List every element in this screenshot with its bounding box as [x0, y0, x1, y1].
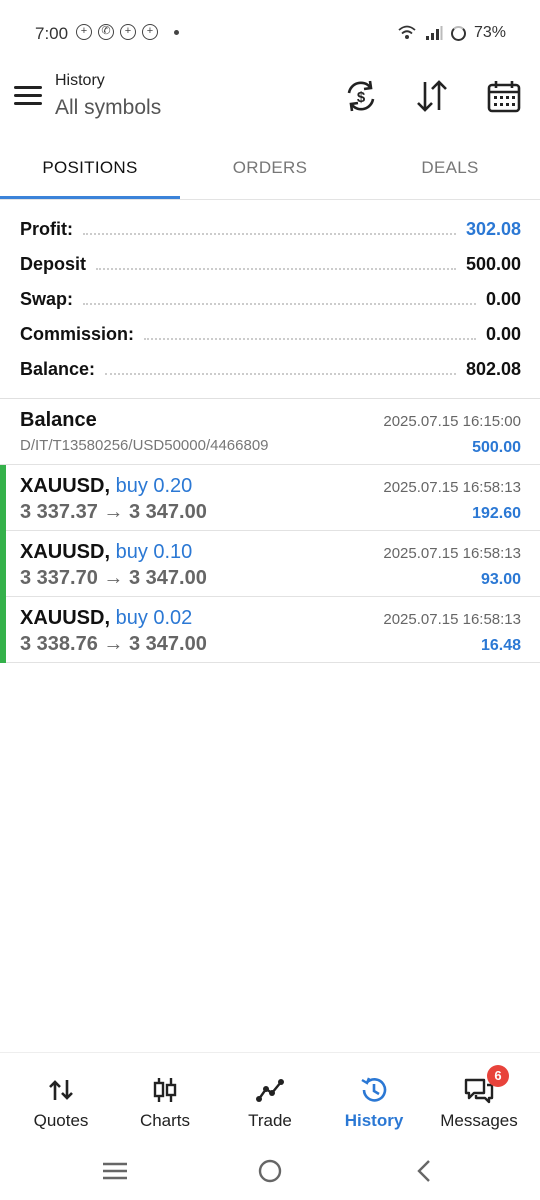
position-prices: 3 337.37 → 3 347.00	[20, 501, 207, 523]
nav-label: Trade	[248, 1111, 292, 1130]
calendar-icon[interactable]	[486, 78, 522, 114]
position-row[interactable]: XAUUSD, buy 0.02 3 338.76 → 3 347.00 202…	[0, 597, 540, 663]
battery-icon	[450, 25, 466, 41]
balance-entry[interactable]: Balance D/IT/T13580256/USD50000/4466809 …	[0, 399, 540, 465]
balance-time: 2025.07.15 16:15:00	[383, 413, 521, 430]
summary-label: Profit:	[20, 219, 73, 239]
summary-label: Swap:	[20, 289, 74, 309]
nav-messages[interactable]: 6 Messages	[425, 1053, 533, 1143]
currency-exchange-icon[interactable]: $	[343, 78, 379, 114]
position-profit: 16.48	[480, 637, 521, 654]
battery-percent: 73%	[473, 24, 506, 41]
position-title: XAUUSD, buy 0.10	[20, 541, 192, 564]
buy-indicator	[0, 531, 6, 597]
position-row[interactable]: XAUUSD, buy 0.20 3 337.37 → 3 347.00 202…	[0, 465, 540, 531]
summary-value: 0.00	[485, 324, 521, 344]
summary-value: 500.00	[465, 254, 521, 274]
summary-value: 302.08	[465, 219, 521, 239]
position-symbol: XAUUSD,	[20, 607, 111, 629]
nav-charts[interactable]: Charts	[111, 1053, 219, 1143]
dotted-leader	[144, 337, 476, 340]
position-profit: 93.00	[480, 571, 521, 588]
position-time: 2025.07.15 16:58:13	[383, 545, 521, 562]
nav-label: Quotes	[33, 1111, 89, 1130]
tab-positions[interactable]: POSITIONS	[0, 140, 180, 200]
balance-amount: 500.00	[472, 439, 521, 456]
tab-deals[interactable]: DEALS	[360, 140, 540, 200]
position-time: 2025.07.15 16:58:13	[383, 611, 521, 628]
summary-value: 0.00	[485, 289, 521, 309]
symbol-filter[interactable]: All symbols	[55, 96, 161, 120]
summary-value: 802.08	[465, 359, 521, 379]
plus-circle-icon: +	[76, 24, 92, 40]
summary-label: Deposit	[20, 254, 87, 274]
nav-trade[interactable]: Trade	[216, 1053, 324, 1143]
position-symbol: XAUUSD,	[20, 541, 111, 563]
bottom-navigation: Quotes Charts Trade History 6 Messages	[0, 1052, 540, 1142]
home-icon[interactable]	[255, 1156, 285, 1186]
history-clock-icon	[361, 1077, 387, 1102]
buy-indicator	[0, 597, 6, 663]
status-bar: 7:00 + ✆ + + 73%	[0, 0, 540, 68]
dotted-leader	[96, 267, 456, 270]
unread-badge: 6	[487, 1065, 509, 1087]
position-side: buy 0.10	[115, 541, 193, 563]
position-time: 2025.07.15 16:58:13	[383, 479, 521, 496]
plus-circle-icon: +	[120, 24, 136, 40]
position-prices: 3 337.70 → 3 347.00	[20, 567, 207, 589]
trade-line-icon	[256, 1079, 284, 1102]
position-title: XAUUSD, buy 0.02	[20, 607, 192, 630]
signal-icon	[425, 26, 443, 40]
summary-label: Commission:	[20, 324, 135, 344]
summary-deposit: Deposit 500.00	[0, 247, 540, 282]
dotted-leader	[83, 302, 476, 305]
nav-quotes[interactable]: Quotes	[7, 1053, 115, 1143]
menu-icon[interactable]	[14, 86, 42, 108]
summary-label: Balance:	[20, 359, 96, 379]
dotted-leader	[83, 232, 456, 235]
status-time: 7:00	[35, 24, 69, 43]
tab-orders[interactable]: ORDERS	[180, 140, 360, 200]
position-row[interactable]: XAUUSD, buy 0.10 3 337.70 → 3 347.00 202…	[0, 531, 540, 597]
account-summary: Profit: 302.08 Deposit 500.00 Swap: 0.00…	[0, 212, 540, 387]
summary-balance: Balance: 802.08	[0, 352, 540, 387]
sort-icon[interactable]	[414, 78, 450, 114]
dotted-leader	[105, 372, 456, 375]
plus-circle-icon: +	[142, 24, 158, 40]
candlestick-chart-icon	[153, 1078, 177, 1102]
notification-icons: + ✆ + +	[76, 24, 179, 40]
recent-apps-icon[interactable]	[100, 1156, 130, 1186]
summary-swap: Swap: 0.00	[0, 282, 540, 317]
nav-label: History	[344, 1111, 404, 1130]
quotes-arrows-icon	[49, 1080, 73, 1100]
system-navigation-bar	[0, 1142, 540, 1200]
nav-label: Messages	[440, 1111, 518, 1130]
position-side: buy 0.02	[115, 607, 193, 629]
back-icon[interactable]	[410, 1156, 440, 1186]
buy-indicator	[0, 465, 6, 531]
nav-history[interactable]: History	[320, 1053, 428, 1143]
wifi-call-icon	[398, 25, 416, 39]
page-title: History	[55, 72, 105, 89]
app-bar: History All symbols $	[0, 68, 540, 140]
tab-indicator	[0, 196, 180, 199]
position-symbol: XAUUSD,	[20, 475, 111, 497]
history-tabs: POSITIONS ORDERS DEALS	[0, 140, 540, 200]
position-title: XAUUSD, buy 0.20	[20, 475, 192, 498]
status-right: 73%	[397, 24, 506, 42]
balance-title: Balance	[20, 409, 97, 431]
svg-text:$: $	[357, 89, 366, 106]
balance-comment: D/IT/T13580256/USD50000/4466809	[20, 437, 269, 454]
more-notifications-dot-icon	[174, 29, 179, 35]
whatsapp-icon: ✆	[98, 24, 114, 40]
summary-profit: Profit: 302.08	[0, 212, 540, 247]
position-side: buy 0.20	[115, 475, 193, 497]
position-profit: 192.60	[472, 505, 521, 522]
nav-label: Charts	[139, 1111, 191, 1130]
summary-commission: Commission: 0.00	[0, 317, 540, 352]
position-prices: 3 338.76 → 3 347.00	[20, 633, 207, 655]
